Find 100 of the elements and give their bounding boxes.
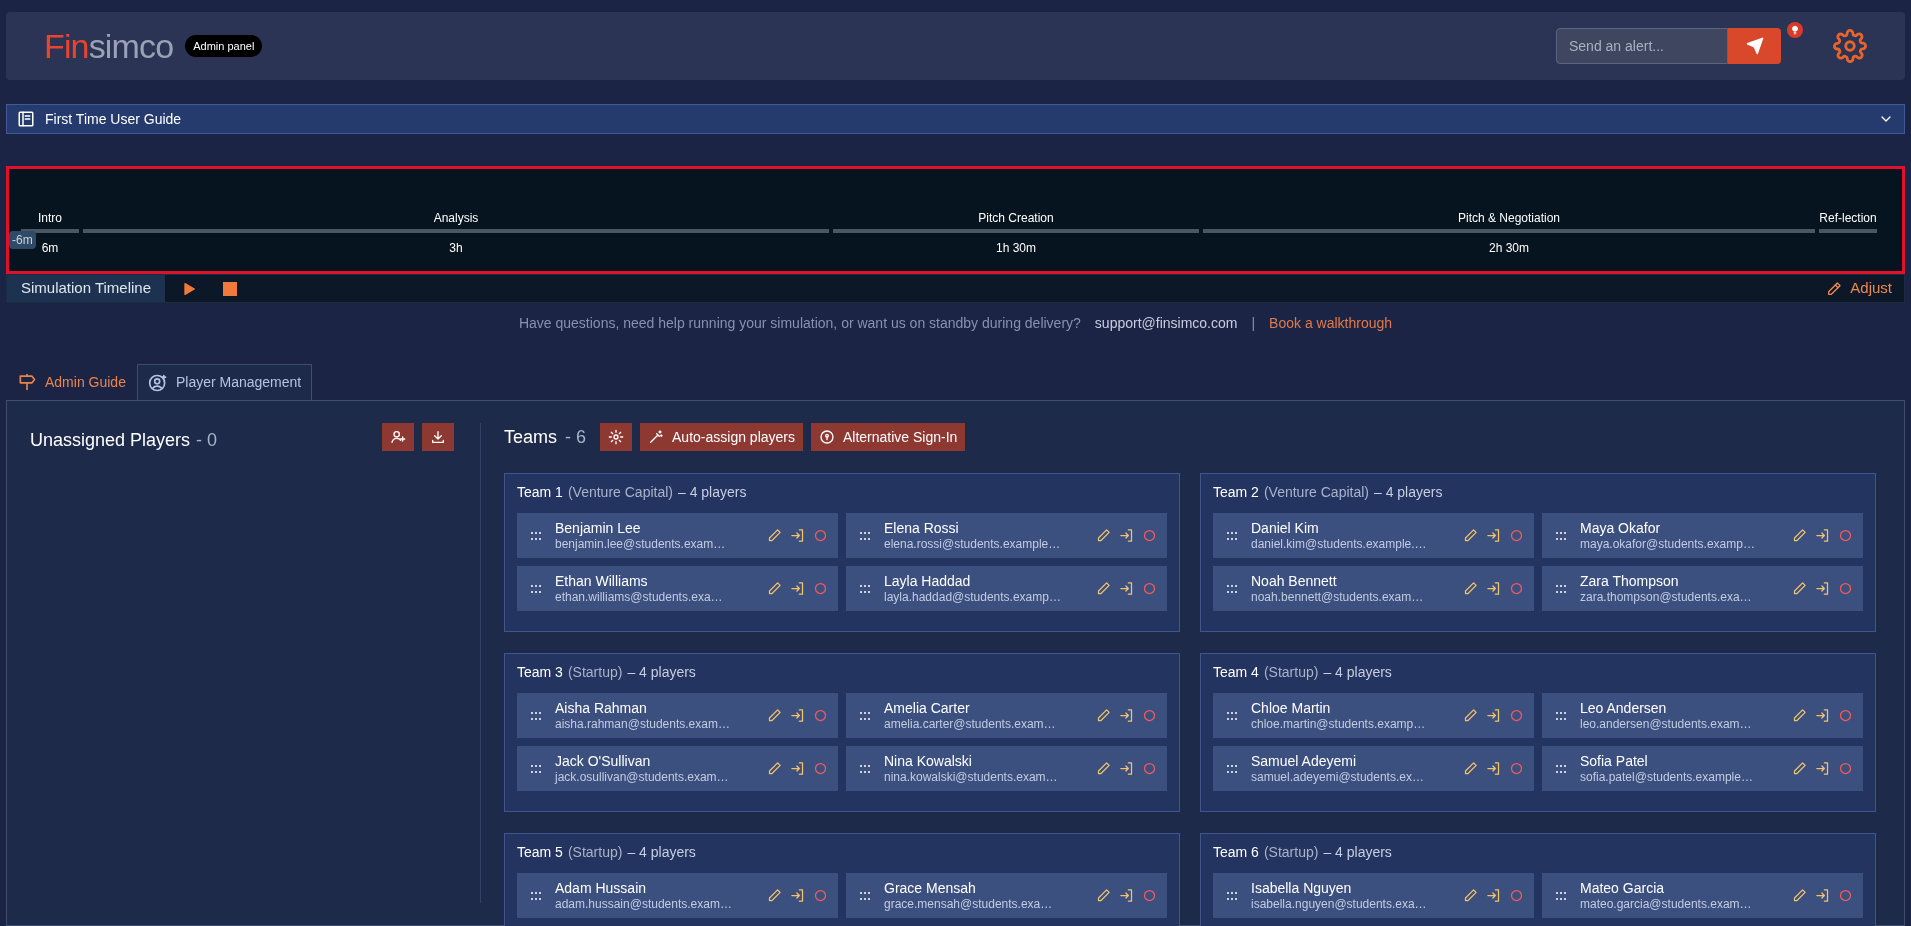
login-icon[interactable] <box>1486 528 1501 543</box>
player-card[interactable]: Layla Haddad layla.haddad@students.examp… <box>846 566 1167 611</box>
player-card[interactable]: Aisha Rahman aisha.rahman@students.exam… <box>517 693 838 738</box>
player-name: Samuel Adeyemi <box>1251 752 1358 770</box>
pencil-icon[interactable] <box>767 888 782 903</box>
login-icon[interactable] <box>1486 581 1501 596</box>
team-type: (Startup) <box>567 843 623 862</box>
login-icon[interactable] <box>1815 581 1830 596</box>
phase-duration: 6m <box>41 240 59 257</box>
pencil-icon[interactable] <box>1792 708 1807 723</box>
pencil-icon[interactable] <box>1792 888 1807 903</box>
player-email: grace.mensah@students.exa… <box>884 896 1054 912</box>
player-card[interactable]: Noah Bennett noah.bennett@students.exam… <box>1213 566 1534 611</box>
player-card[interactable]: Ethan Williams ethan.williams@students.exa… <box>517 566 838 611</box>
login-icon[interactable] <box>790 888 805 903</box>
player-card[interactable]: Nina Kowalski nina.kowalski@students.exam… <box>846 746 1167 791</box>
player-name: Benjamin Lee <box>555 519 642 537</box>
walkthrough-link[interactable]: Book a walkthrough <box>1269 313 1393 334</box>
player-card[interactable]: Elena Rossi elena.rossi@students.example… <box>846 513 1167 558</box>
player-card[interactable]: Adam Hussain adam.hussain@students.exam… <box>517 873 838 918</box>
team-player-count: – 4 players <box>627 663 696 682</box>
player-name: Noah Bennett <box>1251 572 1338 590</box>
player-card[interactable]: Mateo Garcia mateo.garcia@students.exam… <box>1542 873 1863 918</box>
pencil-icon[interactable] <box>767 528 782 543</box>
login-icon[interactable] <box>1815 761 1830 776</box>
play-button[interactable] <box>181 280 198 297</box>
alert-input[interactable]: Send an alert... <box>1556 28 1728 64</box>
login-icon[interactable] <box>1815 888 1830 903</box>
team-settings-button[interactable] <box>600 423 633 451</box>
team-type: (Startup) <box>1263 843 1319 862</box>
player-count: - 0 <box>196 429 218 452</box>
download-button[interactable] <box>422 423 454 451</box>
login-icon[interactable] <box>1815 528 1830 543</box>
auto-assign-button[interactable]: Auto-assign players <box>640 423 803 451</box>
login-icon[interactable] <box>1119 708 1134 723</box>
pencil-icon[interactable] <box>1096 761 1111 776</box>
player-card[interactable]: Isabella Nguyen isabella.nguyen@students.exa… <box>1213 873 1534 918</box>
phase-label: Pitch & Negotiation <box>1457 210 1561 227</box>
player-card[interactable]: Chloe Martin chloe.martin@students.examp… <box>1213 693 1534 738</box>
login-icon[interactable] <box>1486 761 1501 776</box>
settings-icon[interactable] <box>1833 29 1867 63</box>
pencil-icon[interactable] <box>767 708 782 723</box>
login-icon[interactable] <box>1119 888 1134 903</box>
sign-in-button[interactable]: Alternative Sign-In <box>811 423 966 451</box>
login-icon[interactable] <box>790 761 805 776</box>
player-card[interactable]: Sofia Patel sofia.patel@students.example… <box>1542 746 1863 791</box>
player-card[interactable]: Daniel Kim daniel.kim@students.example.… <box>1213 513 1534 558</box>
pencil-icon[interactable] <box>1463 528 1478 543</box>
tab[interactable]: Admin Guide <box>6 364 137 400</box>
pencil-icon[interactable] <box>1463 708 1478 723</box>
player-card[interactable]: Jack O'Sullivan jack.osullivan@students.exam… <box>517 746 838 791</box>
pencil-icon[interactable] <box>1463 581 1478 596</box>
send-icon <box>1745 37 1764 55</box>
login-icon[interactable] <box>1486 708 1501 723</box>
team-player-count: – 4 players <box>627 843 696 862</box>
login-icon[interactable] <box>1486 888 1501 903</box>
player-card[interactable]: Zara Thompson zara.thompson@students.exa… <box>1542 566 1863 611</box>
player-card[interactable]: Amelia Carter amelia.carter@students.exam… <box>846 693 1167 738</box>
login-icon[interactable] <box>1815 708 1830 723</box>
help-text: Have questions, need help running your simulation, or want us on standby during delivery? <box>518 314 1081 333</box>
pencil-icon[interactable] <box>1792 528 1807 543</box>
pencil-icon[interactable] <box>1096 888 1111 903</box>
add-player-button[interactable] <box>382 423 414 451</box>
login-icon[interactable] <box>1119 581 1134 596</box>
player-card[interactable]: Benjamin Lee benjamin.lee@students.exam… <box>517 513 838 558</box>
player-name: Zara Thompson <box>1580 572 1680 590</box>
player-name: Daniel Kim <box>1251 519 1320 537</box>
player-email: daniel.kim@students.example.… <box>1251 536 1428 552</box>
pencil-icon[interactable] <box>767 761 782 776</box>
player-name: Mateo Garcia <box>1580 879 1666 897</box>
panel-title: Unassigned Players <box>30 429 191 452</box>
user-guide-bar[interactable]: First Time User Guide <box>6 104 1905 134</box>
add-user-icon <box>390 429 406 445</box>
document-icon <box>17 110 35 128</box>
send-button[interactable] <box>1728 28 1781 64</box>
tab[interactable]: Player Management <box>136 364 313 400</box>
pencil-icon[interactable] <box>767 581 782 596</box>
login-icon[interactable] <box>790 528 805 543</box>
login-icon[interactable] <box>790 708 805 723</box>
team-type: (Venture Capital) <box>1263 483 1369 502</box>
player-card[interactable]: Samuel Adeyemi samuel.adeyemi@students.ex… <box>1213 746 1534 791</box>
team-type: (Startup) <box>567 663 623 682</box>
adjust-button[interactable]: Adjust <box>1826 277 1892 300</box>
player-email: mateo.garcia@students.exam… <box>1580 896 1753 912</box>
player-card[interactable]: Grace Mensah grace.mensah@students.exa… <box>846 873 1167 918</box>
pencil-icon[interactable] <box>1792 581 1807 596</box>
pencil-icon[interactable] <box>1792 761 1807 776</box>
player-email: chloe.martin@students.examp… <box>1251 716 1427 732</box>
player-card[interactable]: Leo Andersen leo.andersen@students.exam… <box>1542 693 1863 738</box>
login-icon[interactable] <box>790 581 805 596</box>
pencil-icon[interactable] <box>1463 888 1478 903</box>
login-icon[interactable] <box>1119 761 1134 776</box>
pencil-icon[interactable] <box>1096 708 1111 723</box>
pencil-icon[interactable] <box>1463 761 1478 776</box>
player-email: samuel.adeyemi@students.ex… <box>1251 769 1425 785</box>
player-card[interactable]: Maya Okafor maya.okafor@students.examp… <box>1542 513 1863 558</box>
login-icon[interactable] <box>1119 528 1134 543</box>
pencil-icon[interactable] <box>1096 528 1111 543</box>
stop-button[interactable] <box>223 281 238 296</box>
pencil-icon[interactable] <box>1096 581 1111 596</box>
